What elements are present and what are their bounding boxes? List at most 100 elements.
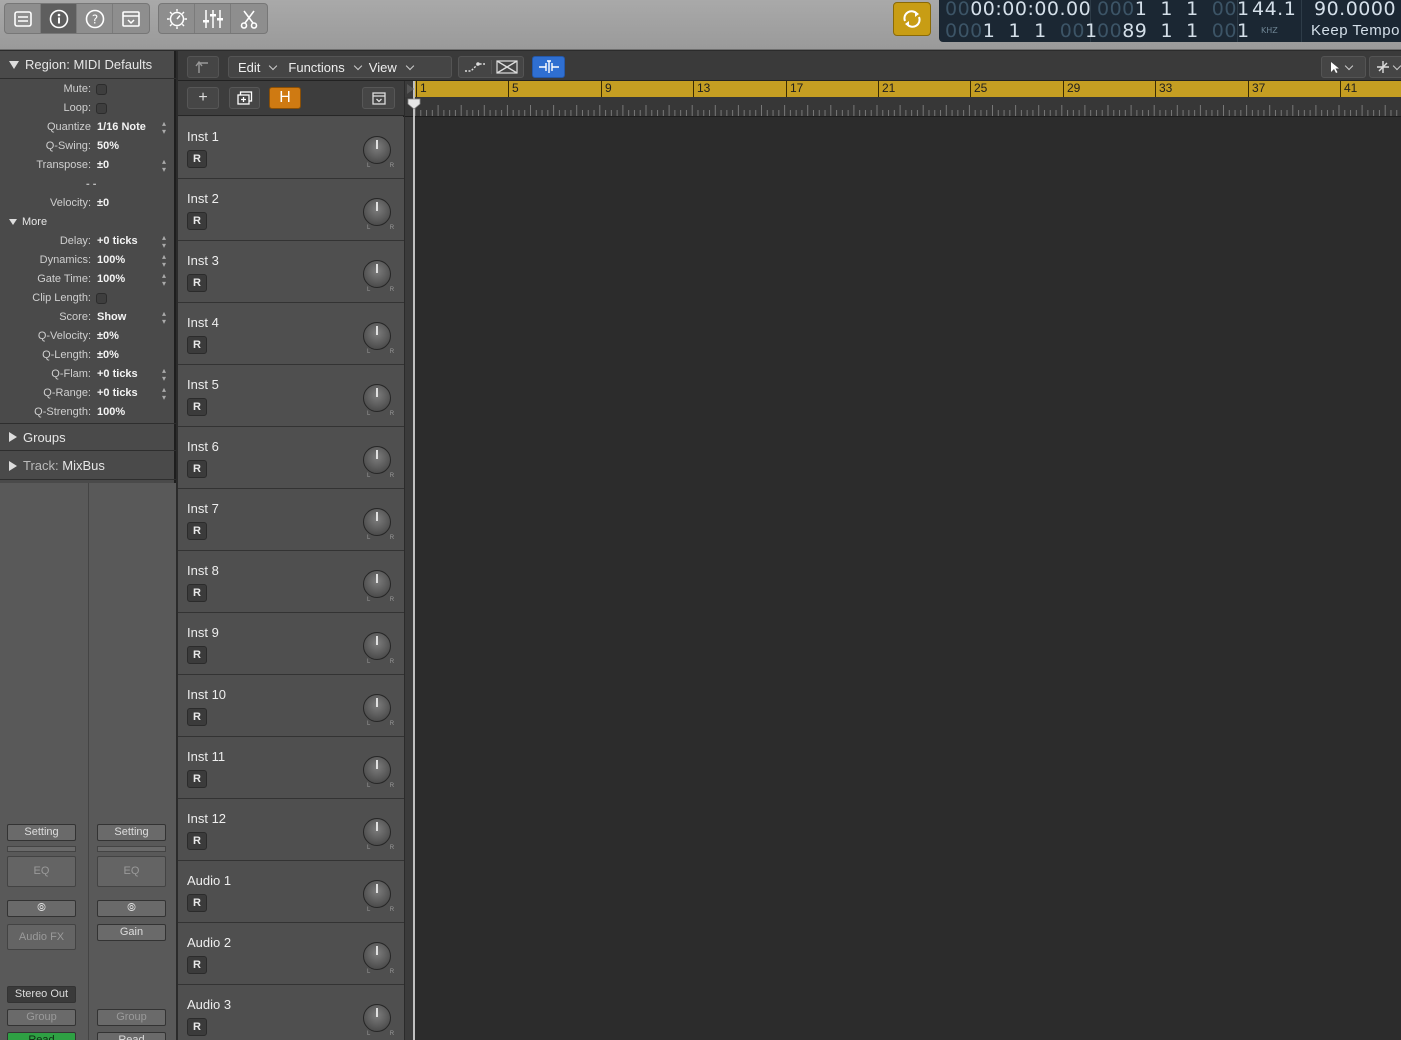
more-disclosure[interactable]: More bbox=[0, 213, 176, 232]
param-q-length[interactable]: Q-Length: ±0% bbox=[0, 346, 176, 365]
audio-fx-slot[interactable]: Audio FX bbox=[7, 924, 76, 950]
pan-knob[interactable] bbox=[363, 818, 391, 846]
track-inspector-header[interactable]: Track: MixBus bbox=[0, 452, 176, 480]
track-header[interactable]: Inst 6 R L R bbox=[178, 427, 404, 489]
pan-knob[interactable] bbox=[363, 384, 391, 412]
back-button[interactable] bbox=[187, 56, 219, 78]
track-name[interactable]: Inst 1 bbox=[187, 129, 219, 144]
setting-button[interactable]: Setting bbox=[7, 824, 76, 841]
track-name[interactable]: Audio 2 bbox=[187, 935, 231, 950]
param-checkbox[interactable] bbox=[96, 103, 107, 114]
param-value[interactable]: 100% bbox=[97, 251, 125, 270]
record-enable-button[interactable]: R bbox=[187, 832, 207, 850]
record-enable-button[interactable]: R bbox=[187, 522, 207, 540]
pan-knob[interactable] bbox=[363, 570, 391, 598]
automation-read-button[interactable]: Read bbox=[7, 1032, 76, 1040]
pan-knob[interactable] bbox=[363, 198, 391, 226]
track-name[interactable]: Inst 9 bbox=[187, 625, 219, 640]
pan-knob[interactable] bbox=[363, 632, 391, 660]
param-q-swing[interactable]: Q-Swing: 50% bbox=[0, 137, 176, 156]
param-loop[interactable]: Loop: bbox=[0, 99, 176, 118]
stepper-icon[interactable]: ▴ ▾ bbox=[162, 308, 166, 326]
pan-knob[interactable] bbox=[363, 1004, 391, 1032]
param-value[interactable]: +0 ticks bbox=[97, 232, 138, 251]
edit-menu[interactable]: Edit bbox=[229, 57, 284, 77]
param-checkbox[interactable] bbox=[96, 293, 107, 304]
global-tracks-button[interactable] bbox=[362, 87, 395, 109]
param-delay[interactable]: Delay: +0 ticks ▴ ▾ bbox=[0, 232, 176, 251]
toolbar-icon[interactable] bbox=[113, 4, 149, 33]
functions-menu[interactable]: Functions bbox=[284, 57, 368, 77]
stepper-icon[interactable]: ▴ ▾ bbox=[162, 270, 166, 288]
track-name[interactable]: Inst 3 bbox=[187, 253, 219, 268]
smart-controls-icon[interactable] bbox=[159, 4, 195, 33]
track-header[interactable]: Inst 10 R L R bbox=[178, 675, 404, 737]
record-enable-button[interactable]: R bbox=[187, 708, 207, 726]
link-button[interactable]: ⦾ bbox=[97, 900, 166, 917]
catch-button[interactable] bbox=[532, 56, 565, 78]
track-name[interactable]: Inst 4 bbox=[187, 315, 219, 330]
library-icon[interactable] bbox=[5, 4, 41, 33]
setting-button[interactable]: Setting bbox=[97, 824, 166, 841]
track-header[interactable]: Inst 11 R L R bbox=[178, 737, 404, 799]
pan-knob[interactable] bbox=[363, 322, 391, 350]
track-header[interactable]: Inst 12 R L R bbox=[178, 799, 404, 861]
track-header[interactable]: Inst 4 R L R bbox=[178, 303, 404, 365]
group-button[interactable]: Group bbox=[97, 1009, 166, 1026]
output-button[interactable]: Stereo Out bbox=[7, 986, 76, 1003]
param-value[interactable]: +0 ticks bbox=[97, 365, 138, 384]
record-enable-button[interactable]: R bbox=[187, 894, 207, 912]
track-name[interactable]: Inst 6 bbox=[187, 439, 219, 454]
param-velocity[interactable]: Velocity: ±0 bbox=[0, 194, 176, 213]
eq-button[interactable]: EQ bbox=[97, 856, 166, 887]
pan-knob[interactable] bbox=[363, 446, 391, 474]
param-quantize[interactable]: Quantize 1/16 Note ▴ ▾ bbox=[0, 118, 176, 137]
param-dynamics[interactable]: Dynamics: 100% ▴ ▾ bbox=[0, 251, 176, 270]
track-name[interactable]: Inst 2 bbox=[187, 191, 219, 206]
track-name[interactable]: Inst 8 bbox=[187, 563, 219, 578]
record-enable-button[interactable]: R bbox=[187, 584, 207, 602]
pan-knob[interactable] bbox=[363, 694, 391, 722]
record-enable-button[interactable]: R bbox=[187, 212, 207, 230]
automation-read-button[interactable]: Read bbox=[97, 1032, 166, 1040]
track-header[interactable]: Inst 3 R L R bbox=[178, 241, 404, 303]
track-name[interactable]: Inst 10 bbox=[187, 687, 226, 702]
left-click-tool-menu[interactable] bbox=[1321, 56, 1366, 78]
command-click-tool-menu[interactable] bbox=[1369, 56, 1401, 78]
track-header[interactable]: Inst 5 R L R bbox=[178, 365, 404, 427]
stepper-icon[interactable]: ▴ ▾ bbox=[162, 365, 166, 383]
cycle-button[interactable] bbox=[893, 2, 931, 36]
param-gate-time[interactable]: Gate Time: 100% ▴ ▾ bbox=[0, 270, 176, 289]
record-enable-button[interactable]: R bbox=[187, 336, 207, 354]
pan-knob[interactable] bbox=[363, 880, 391, 908]
cycle-ruler[interactable]: 1 5 9 13 17 21 25 29 33 37 41 bbox=[415, 81, 1401, 97]
param-transpose[interactable]: Transpose: ±0 ▴ ▾ bbox=[0, 156, 176, 175]
record-enable-button[interactable]: R bbox=[187, 274, 207, 292]
param-value[interactable]: +0 ticks bbox=[97, 384, 138, 403]
region-inspector-header[interactable]: Region: MIDI Defaults bbox=[0, 51, 176, 79]
track-name[interactable]: Inst 11 bbox=[187, 749, 225, 764]
param-q-range[interactable]: Q-Range: +0 ticks ▴ ▾ bbox=[0, 384, 176, 403]
playhead-icon[interactable] bbox=[407, 98, 421, 110]
track-header[interactable]: Inst 2 R L R bbox=[178, 179, 404, 241]
link-button[interactable]: ⦾ bbox=[7, 900, 76, 917]
track-header[interactable]: Audio 2 R L R bbox=[178, 923, 404, 985]
track-header[interactable]: Inst 7 R L R bbox=[178, 489, 404, 551]
stepper-icon[interactable]: ▴ ▾ bbox=[162, 156, 166, 174]
param-value[interactable]: ±0 bbox=[97, 156, 109, 175]
record-enable-button[interactable]: R bbox=[187, 398, 207, 416]
track-name[interactable]: Audio 1 bbox=[187, 873, 231, 888]
view-menu[interactable]: View bbox=[369, 57, 421, 77]
stepper-icon[interactable]: ▴ ▾ bbox=[162, 118, 166, 136]
flex-icon[interactable] bbox=[490, 60, 523, 74]
param-q-velocity[interactable]: Q-Velocity: ±0% bbox=[0, 327, 176, 346]
editors-icon[interactable] bbox=[231, 4, 267, 33]
record-enable-button[interactable]: R bbox=[187, 646, 207, 664]
pan-knob[interactable] bbox=[363, 942, 391, 970]
track-name[interactable]: Inst 12 bbox=[187, 811, 226, 826]
record-enable-button[interactable]: R bbox=[187, 1018, 207, 1036]
arrange-area[interactable] bbox=[415, 117, 1401, 1040]
param-checkbox[interactable] bbox=[96, 84, 107, 95]
track-header[interactable]: Audio 1 R L R bbox=[178, 861, 404, 923]
param-mute[interactable]: Mute: bbox=[0, 80, 176, 99]
